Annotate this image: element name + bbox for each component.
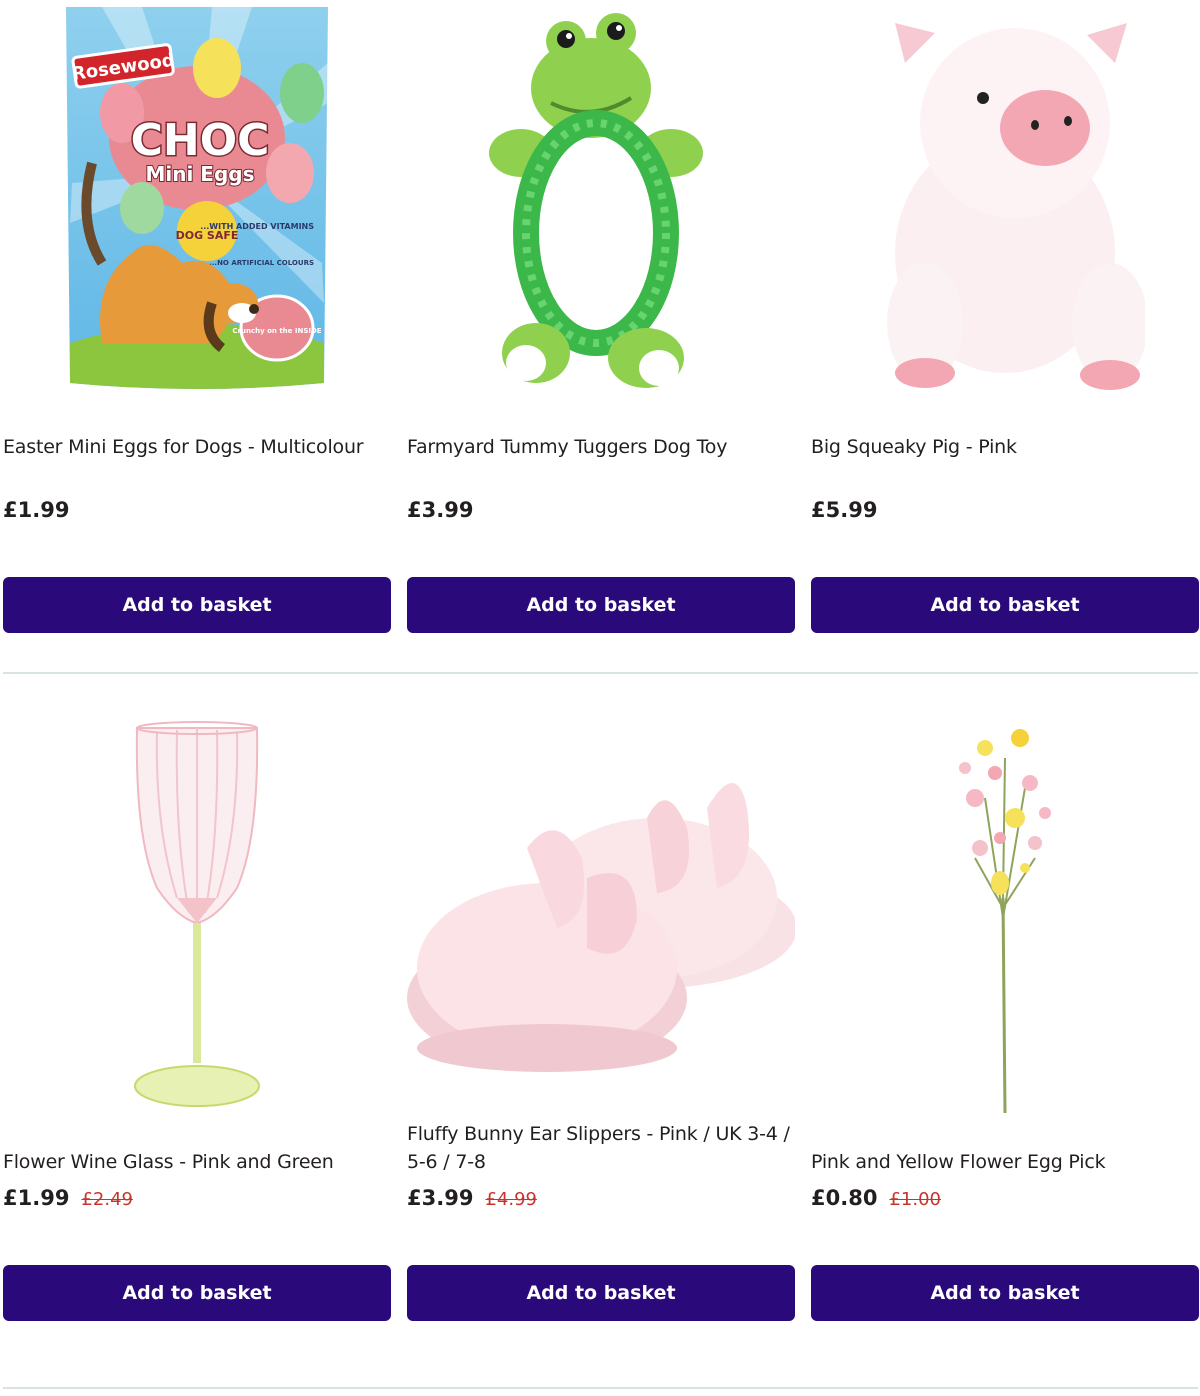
add-to-basket-button[interactable]: Add to basket <box>407 1265 795 1321</box>
bag-mini-eggs-text: Mini Eggs <box>145 162 254 186</box>
product-title[interactable]: Easter Mini Eggs for Dogs - Multicolour <box>3 433 391 461</box>
dog-treat-bag-image: Rosewood CHOC Mini Eggs DOG SAFE ...WITH… <box>66 6 328 389</box>
product-card: Pink and Yellow Flower Egg Pick £0.80 £1… <box>811 715 1199 1355</box>
was-price: £1.00 <box>889 1189 941 1210</box>
product-image-frog[interactable] <box>407 0 795 400</box>
was-price: £4.99 <box>485 1189 537 1210</box>
product-title[interactable]: Farmyard Tummy Tuggers Dog Toy <box>407 433 795 461</box>
add-to-basket-button[interactable]: Add to basket <box>811 1265 1199 1321</box>
product-row: Rosewood CHOC Mini Eggs DOG SAFE ...WITH… <box>0 0 1200 674</box>
pig-plush-image <box>887 22 1145 390</box>
product-card: Farmyard Tummy Tuggers Dog Toy £3.99 Add… <box>407 0 795 640</box>
product-price: £1.99 <box>3 498 70 522</box>
add-to-basket-button[interactable]: Add to basket <box>811 577 1199 633</box>
wine-glass-image <box>134 720 260 1107</box>
frog-toy-image <box>489 12 703 388</box>
was-price: £2.49 <box>81 1189 133 1210</box>
price-line: £5.99 <box>811 498 877 522</box>
price-line: £3.99 <box>407 498 473 522</box>
product-price: £3.99 <box>407 498 474 522</box>
product-title[interactable]: Pink and Yellow Flower Egg Pick <box>811 1148 1199 1176</box>
price-line: £1.99 <box>3 498 69 522</box>
product-card: Big Squeaky Pig - Pink £5.99 Add to bask… <box>811 0 1199 640</box>
product-title[interactable]: Big Squeaky Pig - Pink <box>811 433 1199 461</box>
add-to-basket-button[interactable]: Add to basket <box>3 1265 391 1321</box>
product-image-wine-glass[interactable] <box>3 715 391 1115</box>
flower-pick-image <box>959 728 1051 1113</box>
bag-claim-colours: ...NO ARTIFICIAL COLOURS <box>209 259 314 267</box>
row-divider <box>3 1387 1198 1389</box>
product-grid: Rosewood CHOC Mini Eggs DOG SAFE ...WITH… <box>0 0 1200 1396</box>
product-image-treats[interactable]: Rosewood CHOC Mini Eggs DOG SAFE ...WITH… <box>3 0 391 400</box>
bag-claim-crunchy: Crunchy on the INSIDE <box>232 327 321 335</box>
price-line: £3.99 £4.99 <box>407 1186 537 1210</box>
product-price: £1.99 <box>3 1186 70 1210</box>
product-price: £5.99 <box>811 498 878 522</box>
product-title[interactable]: Fluffy Bunny Ear Slippers - Pink / UK 3-… <box>407 1120 795 1176</box>
bag-claim-vitamins: ...WITH ADDED VITAMINS <box>200 222 314 231</box>
add-to-basket-button[interactable]: Add to basket <box>3 577 391 633</box>
product-image-pig[interactable] <box>811 0 1199 400</box>
product-card: Rosewood CHOC Mini Eggs DOG SAFE ...WITH… <box>3 0 391 640</box>
product-title[interactable]: Flower Wine Glass - Pink and Green <box>3 1148 391 1176</box>
product-image-flower-pick[interactable] <box>811 715 1199 1115</box>
product-card: Flower Wine Glass - Pink and Green £1.99… <box>3 715 391 1355</box>
bag-choc-text: CHOC <box>131 115 270 166</box>
price-line: £1.99 £2.49 <box>3 1186 133 1210</box>
product-image-slippers[interactable] <box>407 715 795 1115</box>
product-price: £0.80 <box>811 1186 878 1210</box>
product-price: £3.99 <box>407 1186 474 1210</box>
product-card: Fluffy Bunny Ear Slippers - Pink / UK 3-… <box>407 715 795 1355</box>
bunny-slippers-image <box>407 782 795 1072</box>
add-to-basket-button[interactable]: Add to basket <box>407 577 795 633</box>
price-line: £0.80 £1.00 <box>811 1186 941 1210</box>
product-row: Flower Wine Glass - Pink and Green £1.99… <box>0 673 1200 1396</box>
